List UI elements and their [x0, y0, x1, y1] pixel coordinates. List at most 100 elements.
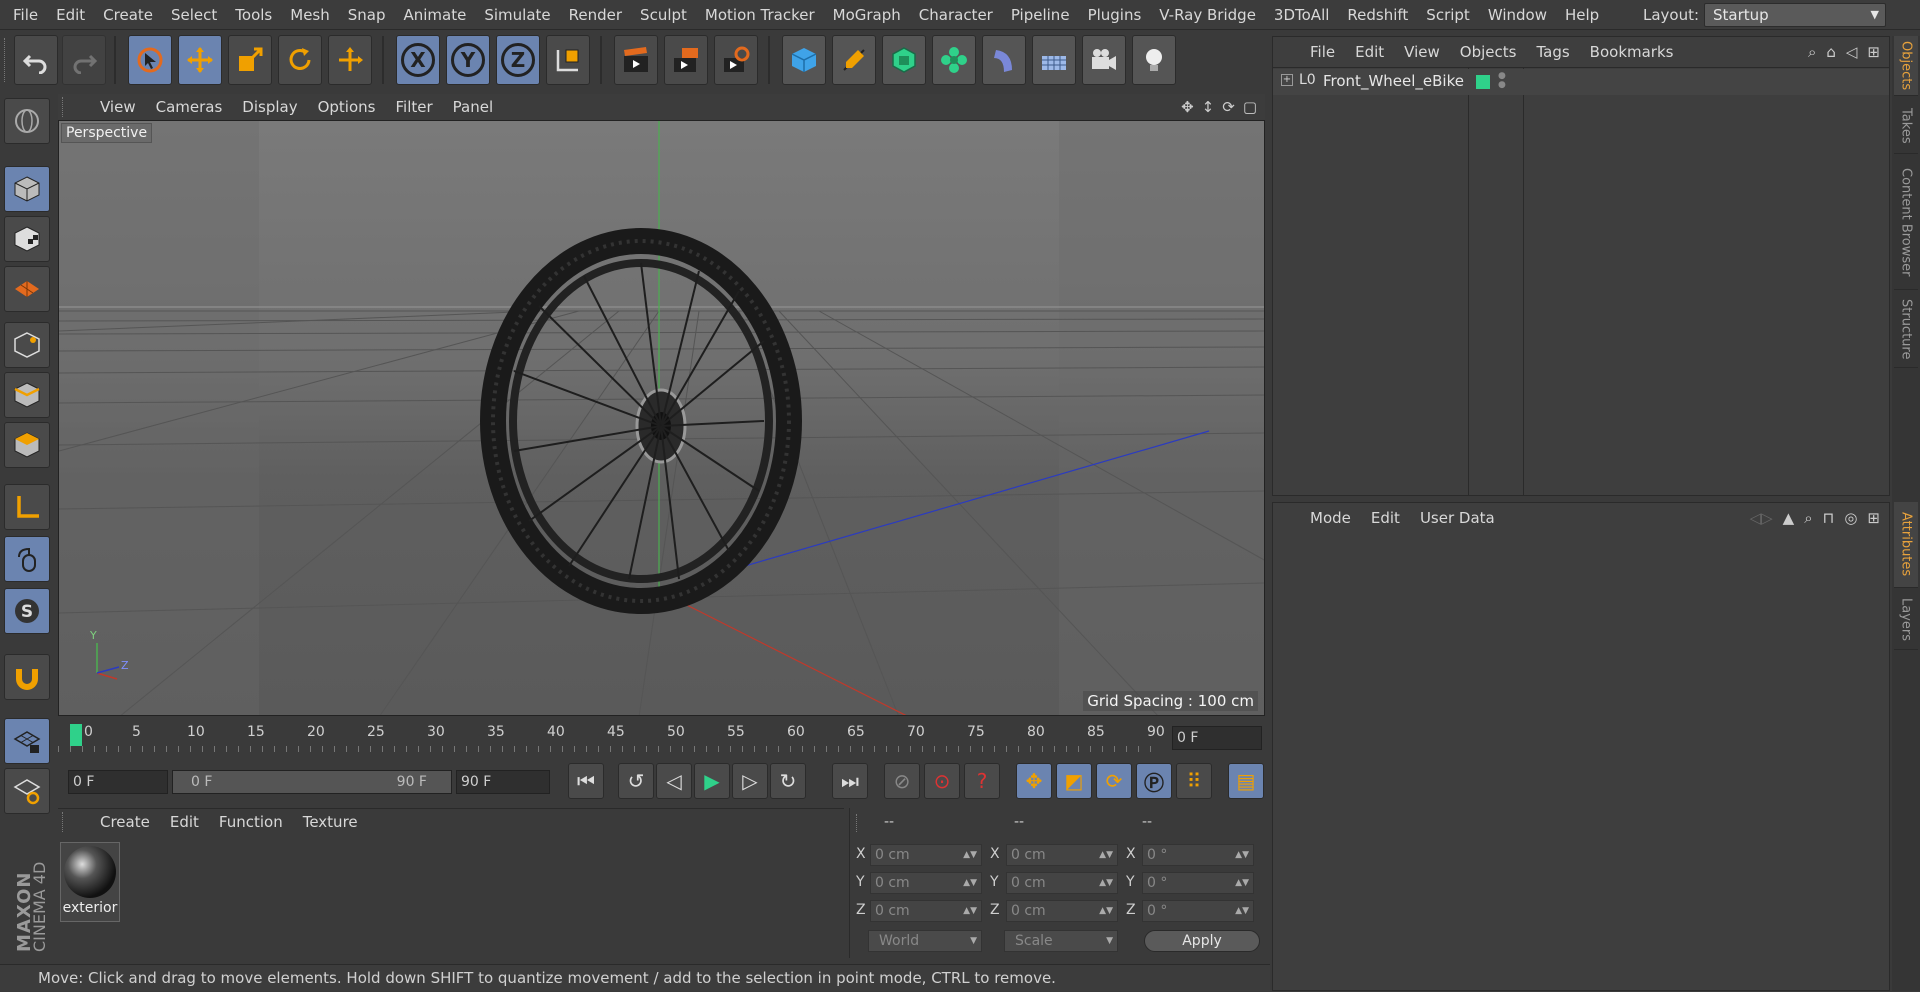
- tab-objects[interactable]: Objects: [1894, 36, 1918, 96]
- attributes-menu-mode[interactable]: Mode: [1300, 509, 1361, 527]
- material-menu-function[interactable]: Function: [209, 813, 293, 831]
- size-mode-select[interactable]: Scale ▼: [1004, 930, 1118, 952]
- menu-mograph[interactable]: MoGraph: [824, 0, 910, 30]
- record-scale-button[interactable]: ◩: [1056, 763, 1092, 799]
- material-swatch[interactable]: exterior: [60, 842, 120, 922]
- back-icon[interactable]: ◁: [1846, 43, 1858, 61]
- current-frame-field[interactable]: 0 F: [1172, 726, 1262, 750]
- texture-mode-button[interactable]: [4, 216, 50, 262]
- playhead-marker[interactable]: [70, 724, 82, 746]
- next-key-button[interactable]: ↻: [770, 763, 806, 799]
- viewport-menu-view[interactable]: View: [90, 98, 146, 116]
- menu-select[interactable]: Select: [162, 0, 226, 30]
- polygons-mode-button[interactable]: [4, 422, 50, 468]
- tab-layers[interactable]: Layers: [1894, 590, 1918, 650]
- previous-frame-button[interactable]: ◁: [656, 763, 692, 799]
- transform-tool-button[interactable]: [328, 35, 372, 85]
- menu-3dtoall[interactable]: 3DToAll: [1265, 0, 1338, 30]
- lock-icon[interactable]: ⊓: [1823, 509, 1835, 527]
- model-mode-button[interactable]: [4, 166, 50, 212]
- object-name[interactable]: Front_Wheel_eBike: [1323, 72, 1464, 90]
- menu-help[interactable]: Help: [1556, 0, 1608, 30]
- add-cube-button[interactable]: [782, 35, 826, 85]
- add-subdivision-button[interactable]: [882, 35, 926, 85]
- record-active-objects-button[interactable]: ⊘: [884, 763, 920, 799]
- coordinate-system-button[interactable]: [546, 35, 590, 85]
- pan-view-icon[interactable]: ✥: [1181, 98, 1194, 116]
- menu-edit[interactable]: Edit: [47, 0, 94, 30]
- min-time-field[interactable]: 0 F: [68, 770, 168, 794]
- timeline-window-button[interactable]: ▤: [1228, 763, 1264, 799]
- menu-plugins[interactable]: Plugins: [1079, 0, 1151, 30]
- go-to-end-button[interactable]: ⏭: [832, 763, 868, 799]
- workplane-mode-button[interactable]: [4, 266, 50, 312]
- solo-button[interactable]: S: [4, 588, 50, 634]
- menu-file[interactable]: File: [4, 0, 47, 30]
- new-panel-icon[interactable]: ⊞: [1867, 43, 1880, 61]
- arrow-left-icon[interactable]: ◁▷: [1750, 509, 1773, 527]
- search-icon[interactable]: ⌕: [1808, 43, 1816, 61]
- lock-x-axis-button[interactable]: X: [396, 35, 440, 85]
- objects-menu-file[interactable]: File: [1300, 43, 1345, 61]
- apply-button[interactable]: Apply: [1144, 930, 1260, 952]
- go-to-start-button[interactable]: ⏮: [568, 763, 604, 799]
- menu-simulate[interactable]: Simulate: [475, 0, 559, 30]
- tab-attributes[interactable]: Attributes: [1894, 502, 1918, 588]
- pos-y-field[interactable]: 0 cm ▲▼: [870, 872, 982, 894]
- snap-toggle-button[interactable]: [4, 654, 50, 700]
- menu-script[interactable]: Script: [1417, 0, 1479, 30]
- autokeying-button[interactable]: ⊙: [924, 763, 960, 799]
- menu-tools[interactable]: Tools: [226, 0, 281, 30]
- tab-content-browser[interactable]: Content Browser: [1894, 156, 1918, 290]
- menu-character[interactable]: Character: [910, 0, 1002, 30]
- tweak-mode-button[interactable]: [4, 536, 50, 582]
- record-point-level-button[interactable]: ⠿: [1176, 763, 1212, 799]
- tab-structure[interactable]: Structure: [1894, 292, 1918, 368]
- rotate-tool-button[interactable]: [278, 35, 322, 85]
- menu-create[interactable]: Create: [94, 0, 162, 30]
- add-cloner-button[interactable]: [932, 35, 976, 85]
- previous-key-button[interactable]: ↺: [618, 763, 654, 799]
- menu-window[interactable]: Window: [1479, 0, 1556, 30]
- edges-mode-button[interactable]: [4, 372, 50, 418]
- size-z-field[interactable]: 0 cm ▲▼: [1006, 900, 1118, 922]
- viewport-menu-options[interactable]: Options: [308, 98, 386, 116]
- menu-render[interactable]: Render: [560, 0, 631, 30]
- orbit-view-icon[interactable]: ⟳: [1222, 98, 1235, 116]
- record-rotation-button[interactable]: ⟳: [1096, 763, 1132, 799]
- record-parameter-button[interactable]: Ⓟ: [1136, 763, 1172, 799]
- perspective-viewport[interactable]: Y Z Perspective Grid Spacing : 100 cm: [58, 120, 1265, 716]
- viewport-menu-filter[interactable]: Filter: [385, 98, 442, 116]
- add-camera-button[interactable]: [1082, 35, 1126, 85]
- make-editable-button[interactable]: [4, 98, 50, 144]
- layout-select[interactable]: Startup ▼: [1704, 3, 1886, 27]
- size-x-field[interactable]: 0 cm ▲▼: [1006, 844, 1118, 866]
- object-row[interactable]: + L0 Front_Wheel_eBike ● ●: [1273, 69, 1889, 95]
- visibility-dots[interactable]: ● ●: [1498, 72, 1506, 90]
- material-menu-edit[interactable]: Edit: [160, 813, 209, 831]
- objects-menu-tags[interactable]: Tags: [1526, 43, 1579, 61]
- menu-mesh[interactable]: Mesh: [281, 0, 339, 30]
- undo-button[interactable]: [14, 35, 58, 85]
- home-icon[interactable]: ⌂: [1826, 43, 1836, 61]
- size-y-field[interactable]: 0 cm ▲▼: [1006, 872, 1118, 894]
- points-mode-button[interactable]: [4, 322, 50, 368]
- lock-y-axis-button[interactable]: Y: [446, 35, 490, 85]
- objects-menu-view[interactable]: View: [1394, 43, 1450, 61]
- render-settings-button[interactable]: [714, 35, 758, 85]
- menu-redshift[interactable]: Redshift: [1338, 0, 1417, 30]
- material-menu-create[interactable]: Create: [90, 813, 160, 831]
- lock-z-axis-button[interactable]: Z: [496, 35, 540, 85]
- add-light-button[interactable]: [1132, 35, 1176, 85]
- menu-pipeline[interactable]: Pipeline: [1002, 0, 1079, 30]
- rot-p-field[interactable]: 0 ° ▲▼: [1142, 872, 1254, 894]
- menu-motion-tracker[interactable]: Motion Tracker: [696, 0, 824, 30]
- expand-toggle[interactable]: +: [1281, 74, 1293, 86]
- live-selection-button[interactable]: [128, 35, 172, 85]
- menu-sculpt[interactable]: Sculpt: [631, 0, 696, 30]
- objects-menu-bookmarks[interactable]: Bookmarks: [1580, 43, 1684, 61]
- next-frame-button[interactable]: ▷: [732, 763, 768, 799]
- axis-mode-button[interactable]: [4, 484, 50, 530]
- rot-h-field[interactable]: 0 ° ▲▼: [1142, 844, 1254, 866]
- layer-color-swatch[interactable]: [1476, 75, 1490, 89]
